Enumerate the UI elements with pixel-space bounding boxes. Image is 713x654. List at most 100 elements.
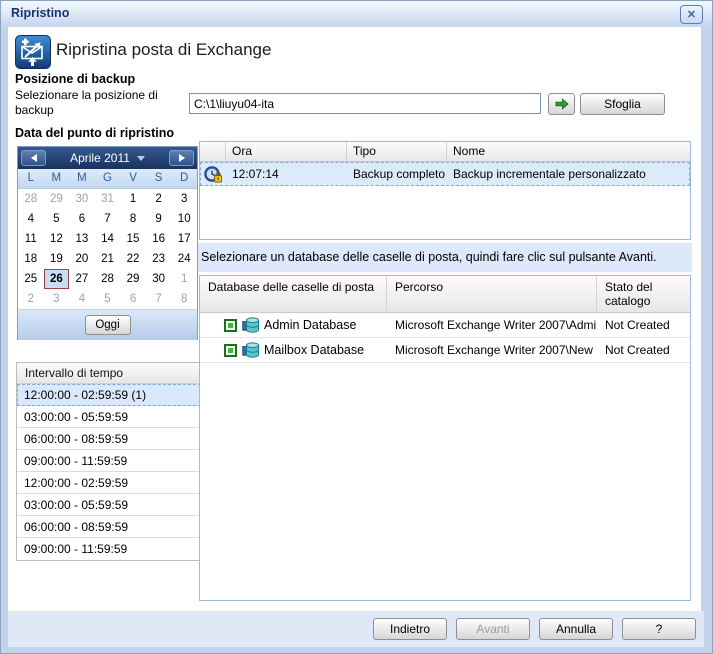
calendar-prev-button[interactable] [21,150,46,166]
calendar-day[interactable]: 30 [69,189,95,209]
calendar-day[interactable]: 17 [171,229,197,249]
calendar-day[interactable]: 3 [44,289,70,309]
backup-location-label: Selezionare la posizione di backup [15,88,183,118]
time-interval-items: 12:00:00 - 02:59:59 (1)03:00:00 - 05:59:… [17,384,201,560]
clock-lock-icon [204,166,222,183]
calendar-day[interactable]: 15 [120,229,146,249]
time-interval-item[interactable]: 09:00:00 - 11:59:59 [17,450,201,472]
close-button[interactable]: ✕ [680,5,703,24]
calendar-day[interactable]: 1 [171,269,197,289]
calendar-day-header: D [171,169,197,188]
window-title: Ripristino [11,6,69,20]
time-interval-item[interactable]: 06:00:00 - 08:59:59 [17,428,201,450]
column-header-tipo[interactable]: Tipo [347,142,447,161]
time-interval-item[interactable]: 09:00:00 - 11:59:59 [17,538,201,560]
green-checkbox-icon[interactable] [224,344,237,357]
calendar-month-label[interactable]: Aprile 2011 [46,151,169,165]
calendar-day[interactable]: 2 [146,189,172,209]
calendar-day[interactable]: 23 [146,249,172,269]
calendar-day[interactable]: 29 [44,189,70,209]
calendar-day[interactable]: 5 [95,289,121,309]
time-interval-item[interactable]: 12:00:00 - 02:59:59 [17,472,201,494]
green-arrow-icon [555,98,569,110]
calendar-day[interactable]: 21 [95,249,121,269]
backup-row-nome: Backup incrementale personalizzato [447,167,690,181]
calendar-day[interactable]: 4 [69,289,95,309]
time-interval-item[interactable]: 06:00:00 - 08:59:59 [17,516,201,538]
calendar-day[interactable]: 22 [120,249,146,269]
catalog-status: Not Created [597,343,690,357]
calendar-day[interactable]: 8 [120,209,146,229]
go-button[interactable] [548,93,575,115]
calendar-day[interactable]: 6 [69,209,95,229]
calendar-day-header: S [146,169,172,188]
calendar-day-header: V [120,169,146,188]
instruction-text: Selezionare un database delle caselle di… [198,243,692,272]
calendar-day[interactable]: 2 [18,289,44,309]
calendar-day[interactable]: 28 [18,189,44,209]
calendar-day[interactable]: 10 [171,209,197,229]
calendar-day[interactable]: 20 [69,249,95,269]
help-button[interactable]: ? [622,618,696,640]
database-icon [242,317,259,333]
calendar-day[interactable]: 9 [146,209,172,229]
calendar-day-header: M [69,169,95,188]
time-interval-list: Intervallo di tempo 12:00:00 - 02:59:59 … [16,362,202,561]
cancel-button[interactable]: Annulla [539,618,613,640]
calendar-day[interactable]: 11 [18,229,44,249]
next-button[interactable]: Avanti [456,618,530,640]
calendar-day[interactable]: 18 [18,249,44,269]
titlebar: Ripristino ✕ [1,1,712,27]
close-icon: ✕ [687,8,696,21]
column-header-nome[interactable]: Nome [447,142,690,161]
calendar-day[interactable]: 19 [44,249,70,269]
calendar-day[interactable]: 13 [69,229,95,249]
backup-row[interactable]: 12:07:14 Backup completo Backup incremen… [200,162,690,186]
backup-row-tipo: Backup completo [347,167,447,181]
column-header-icon[interactable] [200,142,226,161]
calendar-day[interactable]: 28 [95,269,121,289]
exchange-mail-icon [15,35,51,72]
column-header-database[interactable]: Database delle caselle di posta [200,276,387,312]
calendar-day[interactable]: 31 [95,189,121,209]
calendar-day[interactable]: 24 [171,249,197,269]
chevron-down-icon [137,156,145,161]
database-name: Admin Database [264,318,356,332]
calendar-day[interactable]: 16 [146,229,172,249]
calendar-day[interactable]: 6 [120,289,146,309]
calendar-day[interactable]: 4 [18,209,44,229]
database-row[interactable]: Admin DatabaseMicrosoft Exchange Writer … [200,313,690,338]
time-interval-item[interactable]: 03:00:00 - 05:59:59 [17,494,201,516]
calendar-day[interactable]: 7 [95,209,121,229]
time-interval-header: Intervallo di tempo [17,363,201,384]
browse-button[interactable]: Sfoglia [580,93,665,115]
calendar-day[interactable]: 7 [146,289,172,309]
green-checkbox-icon[interactable] [224,319,237,332]
database-row[interactable]: Mailbox DatabaseMicrosoft Exchange Write… [200,338,690,363]
calendar-day[interactable]: 8 [171,289,197,309]
calendar-day[interactable]: 1 [120,189,146,209]
calendar-day[interactable]: 3 [171,189,197,209]
calendar-day-header: G [95,169,121,188]
column-header-percorso[interactable]: Percorso [387,276,597,312]
back-button[interactable]: Indietro [373,618,447,640]
calendar-day-header: L [18,169,44,188]
calendar-day[interactable]: 29 [120,269,146,289]
calendar-day[interactable]: 12 [44,229,70,249]
section-restore-date-title: Data del punto di ripristino [15,126,174,140]
calendar-day[interactable]: 26 [44,269,70,289]
calendar-day[interactable]: 27 [69,269,95,289]
calendar-day[interactable]: 5 [44,209,70,229]
time-interval-item[interactable]: 03:00:00 - 05:59:59 [17,406,201,428]
calendar-day[interactable]: 25 [18,269,44,289]
today-button[interactable]: Oggi [85,315,131,335]
column-header-ora[interactable]: Ora [226,142,347,161]
time-interval-item[interactable]: 12:00:00 - 02:59:59 (1) [17,384,201,406]
column-header-stato[interactable]: Stato del catalogo [597,276,690,312]
calendar-next-button[interactable] [169,150,194,166]
footer-bar: Indietro Avanti Annulla ? [8,611,704,647]
section-backup-location-title: Posizione di backup [15,72,135,86]
calendar-day[interactable]: 14 [95,229,121,249]
calendar-day[interactable]: 30 [146,269,172,289]
backup-path-input[interactable] [189,93,541,114]
